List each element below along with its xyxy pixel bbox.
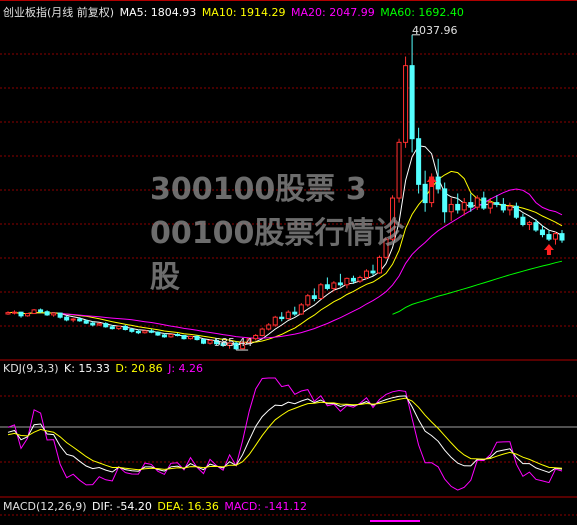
kdj-title: KDJ(9,3,3) (3, 362, 59, 375)
chart-window: 创业板指(月线 前复权) MA5: 1804.93 MA10: 1914.29 … (0, 0, 577, 525)
macd-macd-value: MACD: -141.12 (224, 500, 307, 513)
candle-body-down (513, 205, 519, 218)
candle-body-down (90, 322, 96, 326)
ma5-value: MA5: 1804.93 (119, 6, 197, 19)
candle-body-down (83, 320, 89, 324)
candle-body-down (520, 216, 526, 226)
candle-body-down (194, 335, 200, 341)
candle-body-down (57, 312, 63, 318)
candle-body-up (168, 334, 174, 338)
candle-body-down (494, 202, 500, 205)
candle-body-up (272, 316, 278, 326)
candle-body-down (546, 234, 552, 240)
candle-body-up (142, 330, 148, 334)
candle-body-up (507, 205, 513, 211)
candle-body-down (539, 229, 545, 236)
watermark-line-2: 00100股票行情诊 (150, 216, 405, 251)
candle-body-up (298, 304, 304, 315)
candle-body-down (77, 318, 83, 322)
watermark-text: 300100股票 3 00100股票行情诊 股 (150, 168, 450, 300)
kdj-d-line (7, 397, 563, 471)
watermark-line-3: 股 (150, 260, 180, 295)
candle-body-down (181, 334, 187, 340)
kdj-legend: KDJ(9,3,3) K: 15.33 D: 20.86 J: 4.26 (3, 362, 205, 376)
kdj-k-line (7, 395, 563, 474)
candle-body-up (487, 202, 493, 209)
candle-body-down (44, 311, 50, 316)
candle-body-down (174, 334, 180, 337)
ma20-value: MA20: 2047.99 (291, 6, 375, 19)
candle-body-up (285, 311, 291, 320)
candle-body-down (533, 222, 539, 231)
candle-body-up (207, 339, 213, 344)
candle-body-down (18, 311, 24, 317)
kdj-k-value: K: 15.33 (64, 362, 110, 375)
candle-body-down (500, 203, 506, 211)
macd-dif-value: DIF: -54.20 (92, 500, 152, 513)
watermark-line-1: 300100股票 3 (150, 172, 367, 207)
candle-body-down (129, 329, 135, 332)
candle-body-down (64, 316, 70, 321)
macd-title: MACD(12,26,9) (3, 500, 87, 513)
candle-body-up (96, 323, 102, 326)
macd-dea-value: DEA: 16.36 (157, 500, 219, 513)
candle-body-up (70, 318, 76, 321)
candle-body-up (116, 325, 122, 330)
ma10-value: MA10: 1914.29 (201, 6, 286, 19)
candle-body-up (187, 335, 194, 340)
candle-body-up (266, 324, 272, 330)
candle-body-down (122, 325, 128, 331)
candle-body-up (259, 328, 265, 336)
candle-body-down (468, 202, 474, 208)
kdj-j-line (7, 377, 563, 491)
candle-body-down (155, 331, 161, 336)
main-legend: 创业板指(月线 前复权) MA5: 1804.93 MA10: 1914.29 … (3, 6, 466, 20)
candle-body-down (148, 330, 154, 333)
candle-body-down (409, 65, 415, 140)
candle-body-down (481, 197, 487, 209)
candle-body-down (279, 316, 285, 320)
candle-body-up (253, 334, 259, 340)
ma60-value: MA60: 1692.40 (380, 6, 464, 19)
candle-body-up (474, 197, 480, 208)
high-price-label: 4037.96 (412, 24, 458, 37)
signal-arrow-icon (543, 244, 554, 255)
kdj-d-value: D: 20.86 (115, 362, 163, 375)
candle-body-up (51, 312, 57, 316)
low-price-label: 585.44 (214, 336, 253, 349)
candle-body-up (31, 309, 37, 315)
candle-body-down (292, 311, 298, 315)
candle-body-up (403, 65, 409, 143)
macd-legend: MACD(12,26,9) DIF: -54.20 DEA: 16.36 MAC… (3, 500, 309, 514)
candle-body-up (552, 233, 559, 240)
candle-body-up (461, 202, 467, 211)
candle-body-down (201, 339, 207, 344)
candle-body-down (109, 326, 115, 330)
candle-body-down (455, 203, 461, 211)
candle-body-down (103, 323, 109, 328)
candle-body-up (11, 311, 18, 314)
candle-body-down (135, 330, 141, 334)
main-title: 创业板指(月线 前复权) (3, 6, 115, 19)
candle-body-up (25, 313, 31, 317)
candle-body-up (526, 222, 532, 226)
candle-body-down (161, 334, 167, 338)
candle-body-down (38, 309, 44, 313)
candle-body-up (5, 312, 11, 315)
candle-body-down (559, 233, 565, 241)
kdj-j-value: J: 4.26 (168, 362, 204, 375)
